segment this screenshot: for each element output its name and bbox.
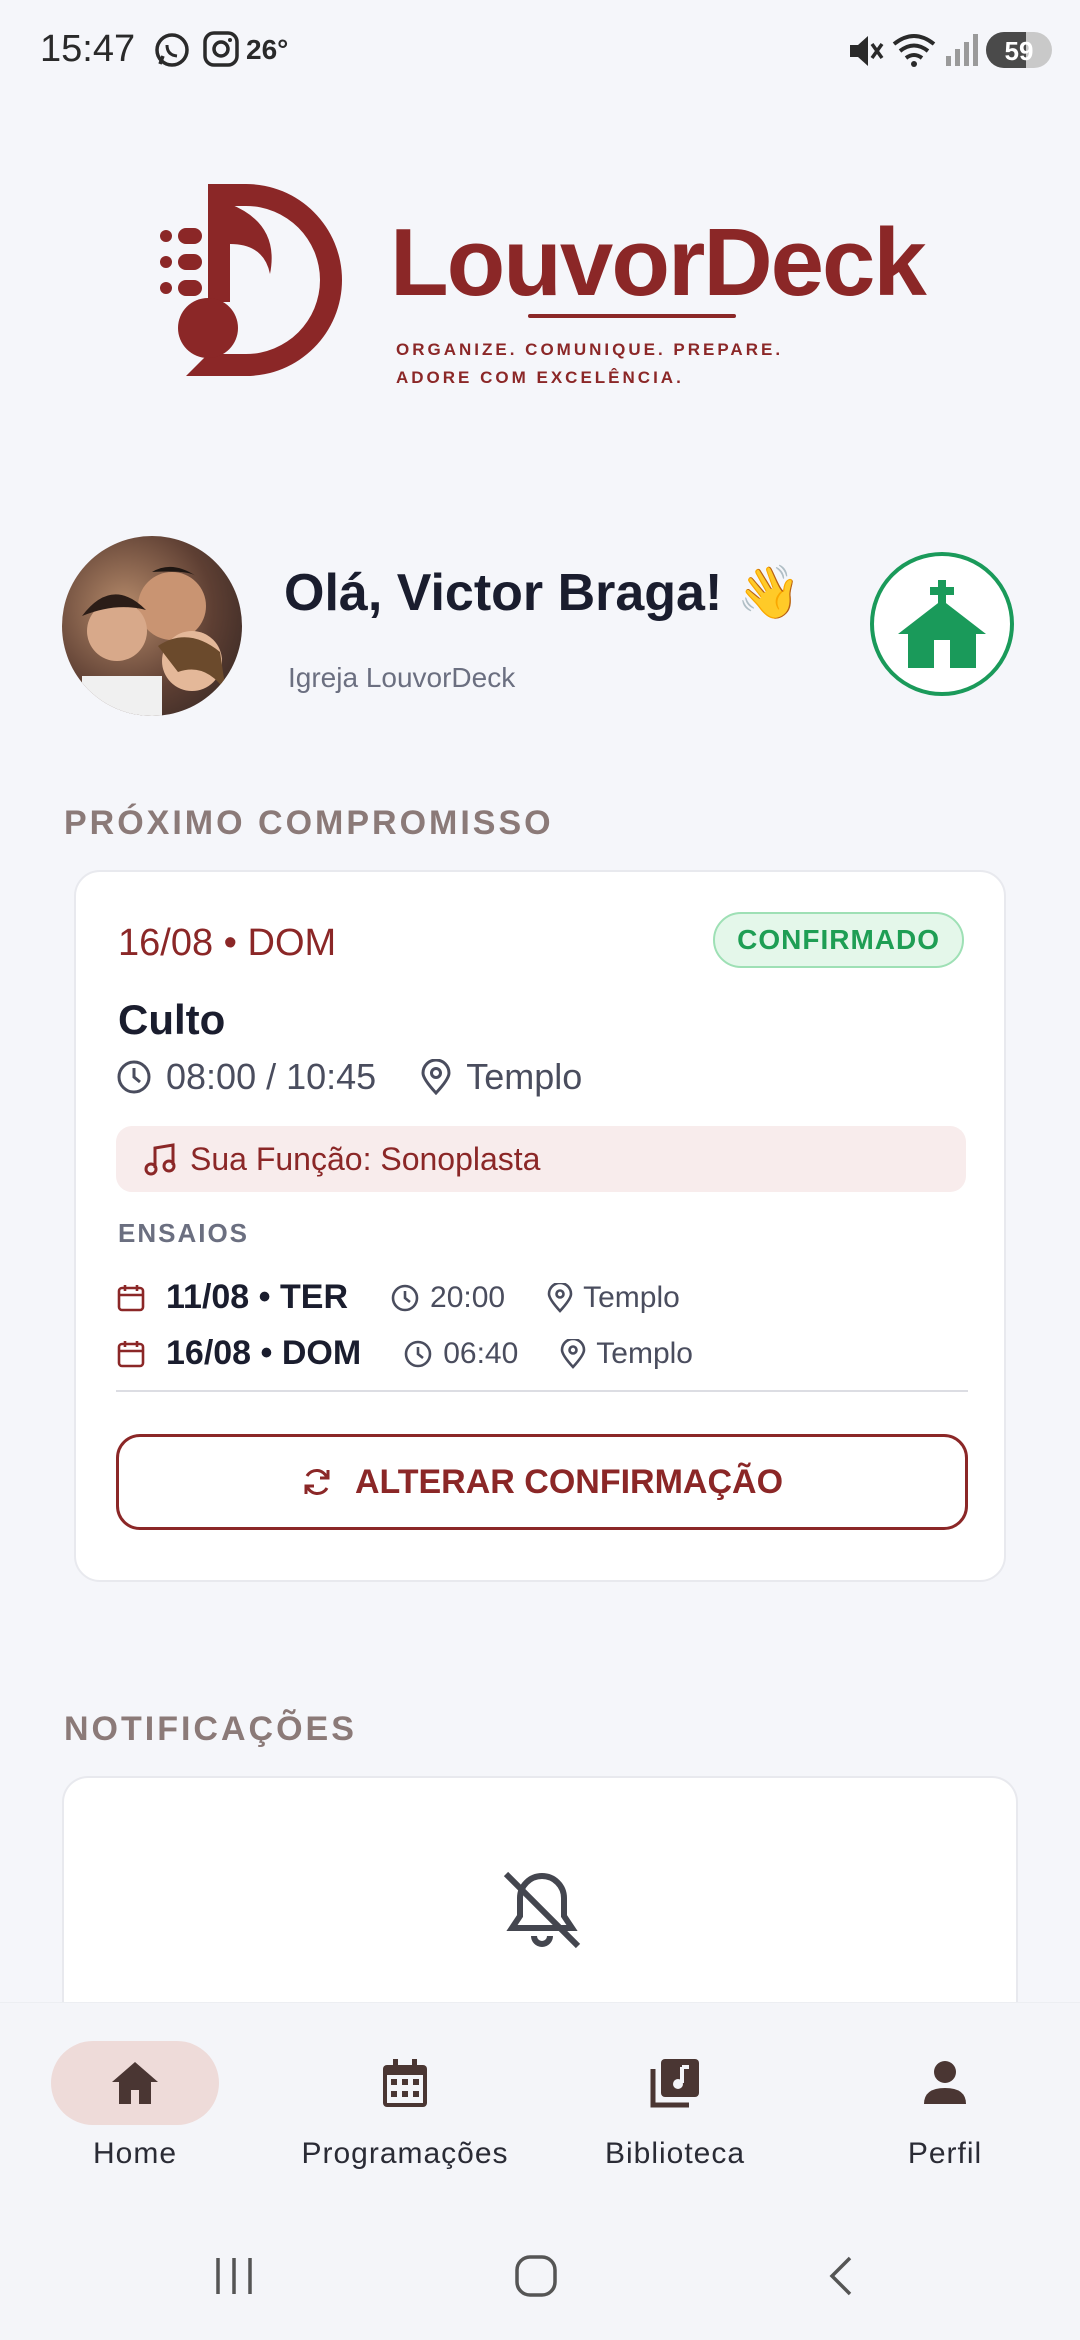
battery-indicator: 59	[986, 32, 1052, 68]
brand-underline	[528, 314, 736, 318]
person-icon	[924, 2061, 966, 2104]
nav-biblioteca[interactable]: Biblioteca	[555, 2041, 795, 2171]
rehearsal-date: 11/08 • TER	[166, 1278, 349, 1316]
nav-programacoes[interactable]: Programações	[285, 2041, 525, 2171]
recent-apps-icon[interactable]	[212, 2254, 256, 2298]
clock: 15:47	[40, 28, 136, 70]
greeting-title: Olá, Victor Braga! 👋	[284, 564, 802, 622]
event-title: Culto	[118, 996, 226, 1043]
event-location: Templo	[466, 1056, 583, 1097]
location-pin-icon	[560, 1338, 586, 1369]
notifications-card	[62, 1776, 1018, 2036]
next-event-section-title: PRÓXIMO COMPROMISSO	[64, 804, 554, 842]
notifications-section-title: NOTIFICAÇÕES	[64, 1710, 357, 1748]
rehearsals-label: ENSAIOS	[118, 1218, 250, 1248]
clock-icon	[391, 1284, 419, 1311]
rehearsal-time: 20:00	[430, 1280, 506, 1314]
rehearsal-location: Templo	[583, 1280, 680, 1314]
nav-perfil-pill	[861, 2041, 1029, 2125]
notifications-off-icon	[503, 1871, 581, 1949]
rehearsal-row: 16/08 • DOM 06:40 Templo	[116, 1334, 693, 1373]
rehearsal-location: Templo	[596, 1336, 693, 1370]
nav-perfil-label: Perfil	[907, 2137, 983, 2170]
clock-icon	[404, 1340, 432, 1367]
nav-home[interactable]: Home	[15, 2041, 255, 2171]
church-icon	[898, 580, 986, 668]
event-date: 16/08 • DOM	[118, 922, 337, 964]
nav-biblioteca-pill	[591, 2041, 759, 2125]
brand-name: LouvorDeck	[390, 209, 927, 316]
rehearsal-date: 16/08 • DOM	[166, 1334, 362, 1372]
calendar-icon	[383, 2059, 427, 2107]
status-bar: 15:47 26° 59	[0, 0, 1080, 100]
nav-perfil[interactable]: Perfil	[825, 2041, 1065, 2171]
church-button[interactable]	[870, 552, 1014, 696]
location-pin-icon	[421, 1059, 451, 1095]
tagline-line-1: ORGANIZE. COMUNIQUE. PREPARE.	[396, 340, 784, 359]
change-confirmation-label: ALTERAR CONFIRMAÇÃO	[354, 1462, 784, 1501]
instagram-icon	[203, 31, 239, 67]
nav-programacoes-pill	[321, 2041, 489, 2125]
change-confirmation-button[interactable]: ALTERAR CONFIRMAÇÃO	[116, 1434, 968, 1530]
whatsapp-icon	[155, 33, 189, 67]
bottom-navigation: Home Programações Biblioteca Perfil	[0, 2002, 1080, 2212]
nav-biblioteca-label: Biblioteca	[604, 2137, 746, 2170]
nav-home-label: Home	[92, 2137, 178, 2170]
louvordeck-logo-icon	[160, 184, 342, 376]
avatar[interactable]	[62, 536, 242, 716]
system-navigation-bar	[0, 2212, 1080, 2340]
rehearsal-time: 06:40	[443, 1336, 519, 1370]
calendar-icon	[117, 1284, 145, 1311]
mute-icon	[850, 36, 884, 66]
calendar-icon	[117, 1340, 145, 1367]
home-button-icon[interactable]	[512, 2252, 560, 2300]
role-label: Sua Função: Sonoplasta	[190, 1140, 541, 1177]
status-badge: CONFIRMADO	[713, 912, 964, 968]
wifi-icon	[892, 34, 936, 67]
event-time: 08:00 / 10:45	[166, 1056, 377, 1097]
location-pin-icon	[547, 1282, 573, 1313]
temperature: 26°	[246, 34, 289, 65]
nav-home-pill	[51, 2041, 219, 2125]
nav-programacoes-label: Programações	[301, 2137, 509, 2170]
music-library-icon	[650, 2059, 699, 2108]
avatar-photo	[82, 566, 226, 716]
next-event-card: 16/08 • DOM CONFIRMADO Culto 08:00 / 10:…	[74, 870, 1006, 1582]
church-name: Igreja LouvorDeck	[288, 662, 516, 693]
role-banner: Sua Função: Sonoplasta	[116, 1126, 966, 1192]
card-divider	[116, 1390, 968, 1392]
music-note-icon	[144, 1143, 176, 1176]
home-icon	[112, 2062, 158, 2104]
tagline-line-2: ADORE COM EXCELÊNCIA.	[396, 368, 684, 387]
brand-tagline: ORGANIZE. COMUNIQUE. PREPARE. ADORE COM …	[396, 336, 783, 392]
battery-level: 59	[1004, 36, 1034, 66]
signal-icon	[946, 34, 978, 66]
refresh-icon	[304, 1469, 330, 1495]
clock-icon	[117, 1060, 151, 1094]
back-icon[interactable]	[822, 2254, 858, 2298]
rehearsal-row: 11/08 • TER 20:00 Templo	[116, 1278, 680, 1317]
event-meta: 08:00 / 10:45 Templo	[116, 1056, 582, 1098]
